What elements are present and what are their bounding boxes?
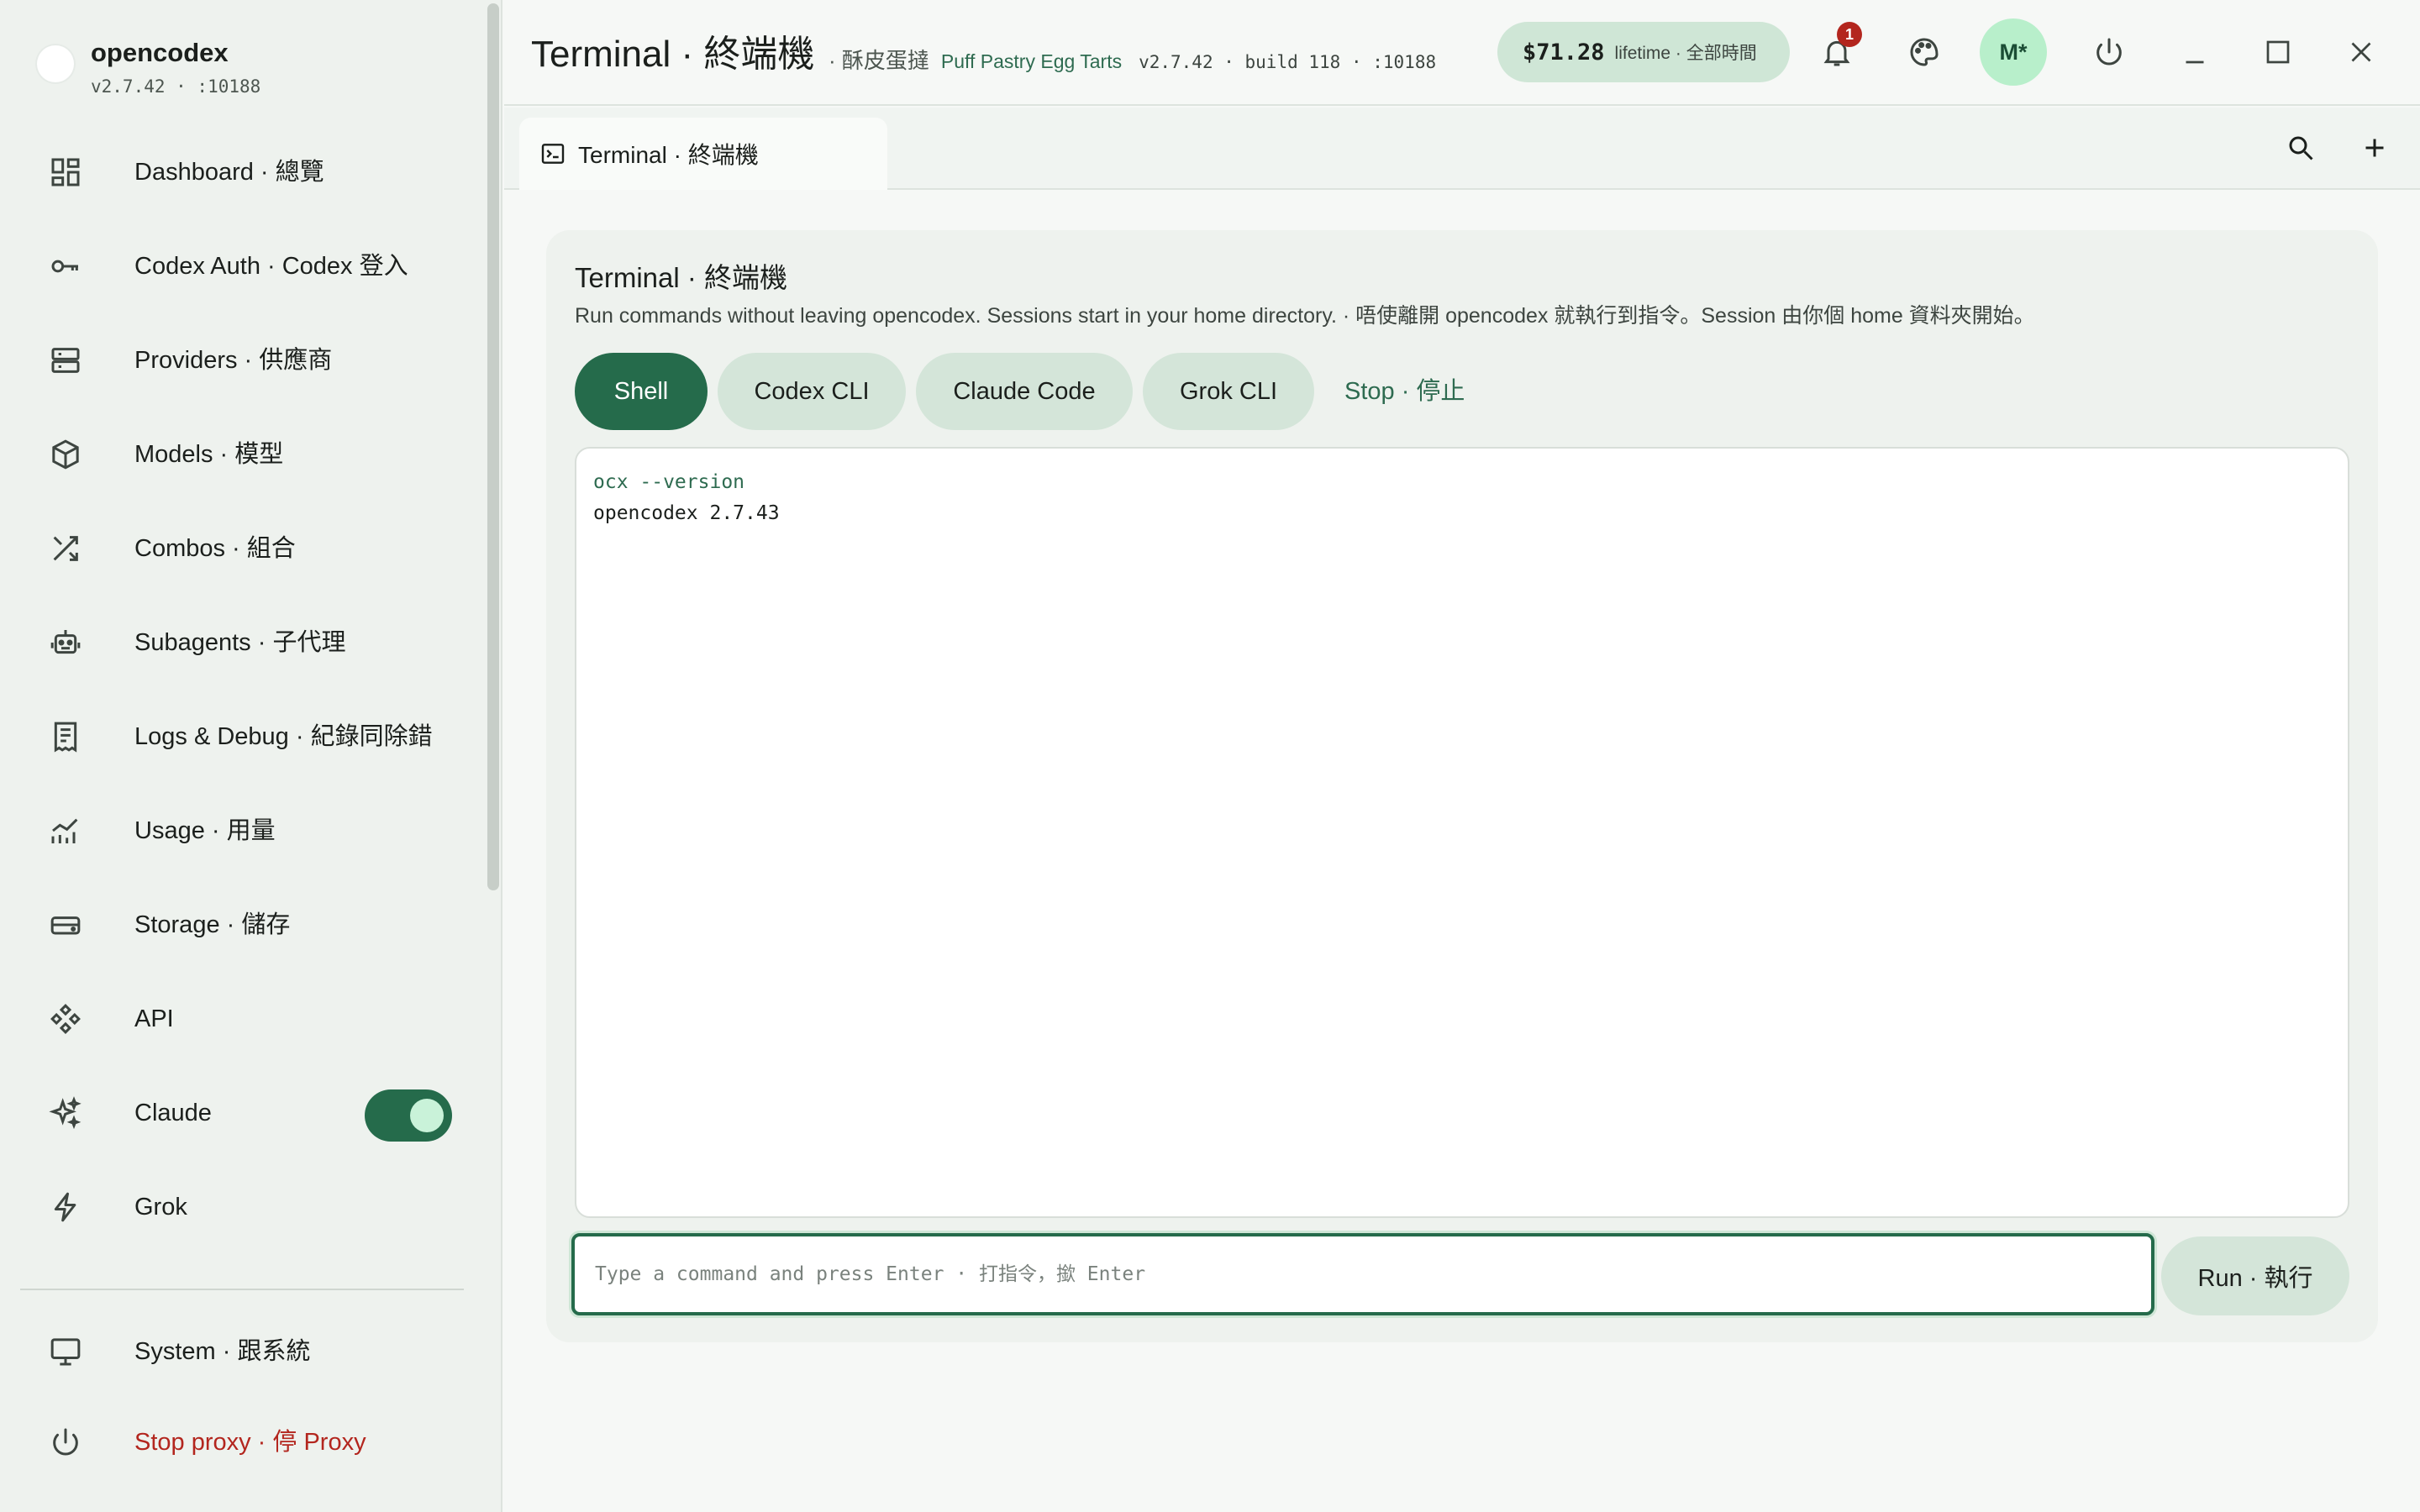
api-icon: [50, 1004, 81, 1034]
search-tabs-button[interactable]: [2274, 121, 2328, 175]
mode-shell-button[interactable]: Shell: [575, 353, 708, 430]
mode-claude-code-button[interactable]: Claude Code: [916, 353, 1133, 430]
sidebar-item-stop-proxy[interactable]: Stop proxy · 停 Proxy: [0, 1400, 467, 1484]
close-button[interactable]: [2334, 25, 2388, 79]
sidebar-item-models[interactable]: Models · 模型: [0, 412, 467, 496]
palette-icon: [1910, 38, 1939, 66]
server-icon: [51, 348, 80, 373]
page-title: Terminal · 終端機: [531, 34, 815, 75]
notifications-button[interactable]: 1: [1810, 22, 1864, 79]
app-name: opencodex: [91, 38, 229, 67]
drive-icon: [50, 916, 81, 935]
sidebar: opencodex v2.7.42 · :10188 Dashboard · 總…: [0, 0, 502, 1512]
sidebar-item-logs-debug[interactable]: Logs & Debug · 紀錄同除錯: [0, 695, 467, 779]
receipt-icon: [54, 722, 77, 753]
page-subtitle-zh: · 酥皮蛋撻: [829, 48, 929, 73]
close-icon: [2351, 42, 2371, 62]
maximize-button[interactable]: [2251, 25, 2305, 79]
power-button[interactable]: [2082, 25, 2136, 79]
new-tab-button[interactable]: [2348, 121, 2402, 175]
sidebar-item-usage[interactable]: Usage · 用量: [0, 789, 467, 873]
mode-codex-cli-button[interactable]: Codex CLI: [718, 353, 906, 430]
cost-amount: $71.28: [1523, 39, 1605, 66]
sidebar-item-label: Providers · 供應商: [134, 347, 333, 374]
command-input[interactable]: [571, 1233, 2154, 1315]
power-icon: [53, 1428, 78, 1456]
sparkle-icon: [49, 1096, 82, 1130]
shuffle-icon: [53, 536, 78, 561]
lifetime-cost-badge[interactable]: $71.28 lifetime · 全部時間: [1497, 22, 1790, 82]
sidebar-item-label: Storage · 儲存: [134, 911, 291, 938]
app-logo: [37, 45, 74, 82]
sidebar-item-subagents[interactable]: Subagents · 子代理: [0, 601, 467, 685]
cost-label: lifetime · 全部時間: [1614, 44, 1757, 63]
sidebar-item-codex-auth[interactable]: Codex Auth · Codex 登入: [0, 224, 467, 308]
sidebar-item-label: Dashboard · 總覽: [134, 159, 324, 186]
sidebar-divider: [20, 1289, 464, 1290]
claude-toggle[interactable]: [365, 1089, 452, 1142]
run-button[interactable]: Run · 執行: [2161, 1236, 2349, 1315]
sidebar-item-label: Stop proxy · 停 Proxy: [134, 1429, 366, 1456]
theme-button[interactable]: [1897, 25, 1951, 79]
tab-label: Terminal · 終端機: [578, 142, 759, 168]
build-info: v2.7.42 · build 118 · :10188: [1139, 52, 1437, 72]
minimize-icon: [2186, 60, 2204, 64]
robot-icon: [50, 630, 81, 654]
sidebar-item-grok[interactable]: Grok: [0, 1165, 467, 1249]
sidebar-item-label: Models · 模型: [134, 441, 284, 468]
tab-bar: Terminal · 終端機: [504, 108, 2420, 190]
sidebar-item-label: Logs & Debug · 紀錄同除錯: [134, 723, 433, 750]
avatar[interactable]: M*: [1980, 18, 2047, 86]
output-line-result: opencodex 2.7.43: [593, 502, 780, 524]
sidebar-item-label: API: [134, 1005, 174, 1032]
page-meta: · 酥皮蛋撻 Puff Pastry Egg Tarts v2.7.42 · b…: [829, 44, 1436, 75]
panel-title: Terminal · 終端機: [575, 262, 788, 293]
sidebar-item-dashboard[interactable]: Dashboard · 總覽: [0, 130, 467, 214]
terminal-output[interactable]: ocx --version opencodex 2.7.43: [575, 447, 2349, 1218]
sidebar-item-label: Combos · 組合: [134, 535, 296, 562]
stop-button[interactable]: Stop · 停止: [1344, 353, 1465, 430]
sidebar-item-label: System · 跟系統: [134, 1338, 311, 1365]
sidebar-item-system[interactable]: System · 跟系統: [0, 1310, 467, 1394]
bolt-icon: [54, 1192, 76, 1222]
maximize-icon: [2266, 40, 2290, 64]
tab-terminal[interactable]: Terminal · 終端機: [519, 118, 887, 190]
sidebar-item-label: Usage · 用量: [134, 817, 276, 844]
notification-badge: 1: [1837, 22, 1862, 47]
terminal-panel: Terminal · 終端機 Run commands without leav…: [546, 230, 2378, 1342]
sidebar-item-label: Codex Auth · Codex 登入: [134, 253, 408, 280]
top-bar: Terminal · 終端機 · 酥皮蛋撻 Puff Pastry Egg Ta…: [504, 0, 2420, 106]
app-version: v2.7.42 · :10188: [91, 76, 261, 97]
power-icon: [2096, 38, 2122, 66]
terminal-icon: [541, 144, 565, 164]
key-icon: [51, 260, 78, 273]
sidebar-item-providers[interactable]: Providers · 供應商: [0, 318, 467, 402]
page-subtitle-en: Puff Pastry Egg Tarts: [940, 50, 1123, 72]
sidebar-item-claude[interactable]: Claude: [0, 1071, 467, 1155]
toggle-knob: [410, 1099, 444, 1132]
sidebar-scrollbar[interactable]: [487, 3, 499, 890]
panel-description: Run commands without leaving opencodex. …: [575, 304, 2035, 328]
app-brand[interactable]: opencodex v2.7.42 · :10188: [37, 34, 260, 99]
minimize-button[interactable]: [2168, 25, 2222, 79]
plus-icon: [2365, 139, 2384, 157]
dashboard-icon: [51, 158, 80, 186]
sidebar-item-label: Subagents · 子代理: [134, 629, 346, 656]
search-icon: [2289, 136, 2313, 160]
mode-grok-cli-button[interactable]: Grok CLI: [1143, 353, 1314, 430]
sidebar-item-label: Claude: [134, 1100, 212, 1126]
chart-icon: [51, 818, 78, 843]
sidebar-item-storage[interactable]: Storage · 儲存: [0, 883, 467, 967]
monitor-icon: [50, 1338, 81, 1366]
output-line-command: ocx --version: [593, 471, 745, 493]
sidebar-item-combos[interactable]: Combos · 組合: [0, 507, 467, 591]
cube-icon: [52, 439, 79, 470]
sidebar-item-label: Grok: [134, 1194, 187, 1221]
sidebar-item-api[interactable]: API: [0, 977, 467, 1061]
